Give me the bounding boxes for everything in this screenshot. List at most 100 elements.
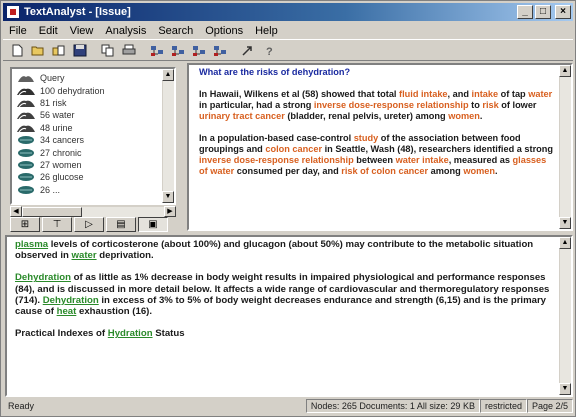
print-icon bbox=[122, 44, 136, 54]
concept-link[interactable]: Dehydration bbox=[43, 295, 99, 306]
text-run: consumed per day, and bbox=[234, 166, 342, 176]
menu-view[interactable]: View bbox=[64, 25, 100, 37]
text-run: to bbox=[468, 100, 483, 110]
menu-file[interactable]: File bbox=[3, 25, 33, 37]
tab-topic-structure[interactable]: ⊤ bbox=[42, 217, 72, 232]
maximize-button[interactable]: □ bbox=[535, 5, 551, 19]
scroll-up-icon[interactable]: ▲ bbox=[559, 237, 571, 249]
menu-search[interactable]: Search bbox=[152, 25, 199, 37]
highlighted-term[interactable]: colon cancer bbox=[265, 144, 322, 154]
tree-item[interactable]: Query bbox=[16, 72, 160, 84]
text-run: in particular, had a strong bbox=[199, 100, 314, 110]
document-vertical-scrollbar[interactable]: ▲ ▼ bbox=[559, 237, 571, 395]
network-3-button[interactable] bbox=[189, 41, 209, 59]
highlighted-term[interactable]: study bbox=[354, 133, 379, 143]
highlighted-term[interactable]: intake bbox=[472, 89, 499, 99]
network-4-button[interactable] bbox=[210, 41, 230, 59]
scroll-left-icon[interactable]: ◀ bbox=[10, 206, 22, 217]
menu-help[interactable]: Help bbox=[249, 25, 284, 37]
tree-item-label: 100 dehydration bbox=[40, 85, 105, 96]
tree-item-label: 56 water bbox=[40, 110, 75, 121]
highlighted-term[interactable]: women bbox=[463, 166, 495, 176]
tree-item-label: 27 women bbox=[40, 159, 82, 170]
text-run: Practical Indexes of bbox=[15, 328, 108, 340]
text-run: Status bbox=[152, 328, 185, 340]
scroll-down-icon[interactable]: ▼ bbox=[559, 383, 571, 395]
menu-options[interactable]: Options bbox=[199, 25, 249, 37]
tree-node-icon bbox=[16, 86, 36, 96]
tree-item[interactable]: 34 cancers bbox=[16, 134, 160, 146]
tree-item[interactable]: 81 risk bbox=[16, 97, 160, 109]
title-bar[interactable]: TextAnalyst - [Issue] _ □ × bbox=[3, 3, 573, 21]
network-2-button[interactable] bbox=[168, 41, 188, 59]
text-run: deprivation. bbox=[96, 250, 154, 262]
arrow-icon bbox=[242, 45, 252, 56]
tree-item[interactable]: 26 glucose bbox=[16, 171, 160, 183]
scroll-up-icon[interactable]: ▲ bbox=[162, 69, 174, 81]
network-1-button[interactable] bbox=[147, 41, 167, 59]
view-tabs: ⊞ ⊤ ▷ ▤ ▣ bbox=[10, 217, 168, 233]
save-button[interactable] bbox=[70, 41, 90, 59]
text-run: of tap bbox=[498, 89, 529, 99]
tree-panel: Query 100 dehydration 81 risk 56 water 48 ur… bbox=[7, 65, 182, 233]
concept-link[interactable]: heat bbox=[57, 306, 77, 317]
query-vertical-scrollbar[interactable]: ▲ ▼ bbox=[559, 65, 571, 229]
highlighted-term[interactable]: water bbox=[528, 89, 552, 99]
tree-item[interactable]: 48 urine bbox=[16, 122, 160, 134]
network-icon-4 bbox=[214, 45, 226, 56]
menu-edit[interactable]: Edit bbox=[33, 25, 64, 37]
concept-link[interactable]: water bbox=[72, 250, 97, 261]
tree-item[interactable]: 27 women bbox=[16, 159, 160, 171]
highlighted-term[interactable]: women bbox=[448, 111, 480, 121]
scroll-down-icon[interactable]: ▼ bbox=[559, 217, 571, 229]
tree-item[interactable]: 27 chronic bbox=[16, 146, 160, 158]
scroll-right-icon[interactable]: ▶ bbox=[164, 206, 176, 217]
new-doc-button[interactable] bbox=[7, 41, 27, 59]
open-folder-button[interactable] bbox=[28, 41, 48, 59]
highlighted-term[interactable]: fluid intake bbox=[399, 89, 448, 99]
highlighted-term[interactable]: inverse dose-response relationship bbox=[314, 100, 469, 110]
tree-item-label: 81 risk bbox=[40, 97, 67, 108]
concept-tree[interactable]: Query 100 dehydration 81 risk 56 water 48 ur… bbox=[10, 67, 176, 205]
scroll-down-icon[interactable]: ▼ bbox=[162, 191, 174, 203]
tab-query[interactable]: ▤ bbox=[106, 217, 136, 232]
document-paragraph: plasma levels of corticosterone (about 1… bbox=[15, 239, 555, 261]
copy-button[interactable] bbox=[98, 41, 118, 59]
arrow-button[interactable] bbox=[238, 41, 258, 59]
tree-node-icon bbox=[16, 172, 36, 182]
tree-item-label: 34 cancers bbox=[40, 135, 85, 146]
text-run: . bbox=[494, 166, 498, 176]
tree-vertical-scrollbar[interactable]: ▲ ▼ bbox=[162, 69, 174, 203]
tree-node-icon bbox=[16, 98, 36, 108]
highlighted-term[interactable]: risk of colon cancer bbox=[341, 166, 428, 176]
text-run: among bbox=[428, 166, 464, 176]
tree-item[interactable]: 100 dehydration bbox=[16, 84, 160, 96]
highlighted-term[interactable]: water intake bbox=[396, 155, 449, 165]
scroll-up-icon[interactable]: ▲ bbox=[559, 65, 571, 77]
highlighted-term[interactable]: urinary tract cancer bbox=[199, 111, 285, 121]
document-pane[interactable]: plasma levels of corticosterone (about 1… bbox=[5, 235, 573, 397]
query-results-pane[interactable]: What are the risks of dehydration? In Ha… bbox=[187, 63, 573, 231]
open-file-button[interactable] bbox=[49, 41, 69, 59]
tree-item[interactable]: 56 water bbox=[16, 109, 160, 121]
tree-node-icon bbox=[16, 123, 36, 133]
close-button[interactable]: × bbox=[555, 5, 571, 19]
minimize-button[interactable]: _ bbox=[517, 5, 533, 19]
help-button[interactable]: ? bbox=[259, 41, 279, 59]
tab-results[interactable]: ▣ bbox=[138, 217, 168, 232]
highlighted-term[interactable]: risk bbox=[482, 100, 498, 110]
window-title: TextAnalyst - [Issue] bbox=[24, 6, 131, 18]
highlighted-term[interactable]: inverse dose-response relationship bbox=[199, 155, 354, 165]
tree-list: Query 100 dehydration 81 risk 56 water 48 ur… bbox=[16, 72, 160, 196]
menu-analysis[interactable]: Analysis bbox=[99, 25, 152, 37]
tab-summary[interactable]: ▷ bbox=[74, 217, 104, 232]
concept-link[interactable]: Hydration bbox=[108, 328, 153, 339]
concept-link[interactable]: Dehydration bbox=[15, 272, 71, 283]
tab-semantic-network[interactable]: ⊞ bbox=[10, 217, 40, 232]
tree-horizontal-scrollbar[interactable]: ◀ ▶ bbox=[10, 206, 176, 217]
horizontal-scroll-thumb[interactable] bbox=[22, 207, 82, 217]
print-button[interactable] bbox=[119, 41, 139, 59]
tree-item[interactable]: 26 ... bbox=[16, 184, 160, 196]
tree-node-icon bbox=[16, 160, 36, 170]
concept-link[interactable]: plasma bbox=[15, 239, 48, 250]
